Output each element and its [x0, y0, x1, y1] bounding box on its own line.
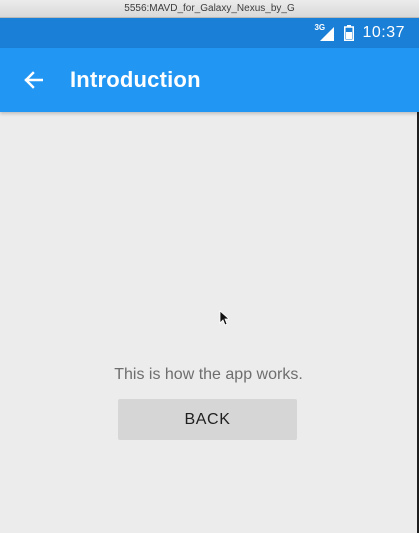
window-title: 5556:MAVD_for_Galaxy_Nexus_by_G — [0, 0, 419, 18]
battery-icon — [344, 25, 355, 41]
signal-icon — [320, 27, 335, 41]
battery-indicator — [344, 25, 355, 41]
network-indicator: 3G — [314, 23, 335, 41]
status-bar: 3G 10:37 — [0, 18, 419, 48]
main-content: This is how the app works. BACK — [0, 112, 419, 533]
app-bar: Introduction — [0, 48, 419, 112]
status-clock: 10:37 — [362, 24, 405, 41]
intro-message: This is how the app works. — [114, 366, 303, 383]
emulator-window: 5556:MAVD_for_Galaxy_Nexus_by_G 3G 10:37… — [0, 0, 419, 533]
arrow-left-icon[interactable] — [22, 69, 44, 91]
back-button[interactable]: BACK — [118, 399, 297, 440]
page-title: Introduction — [70, 67, 201, 92]
